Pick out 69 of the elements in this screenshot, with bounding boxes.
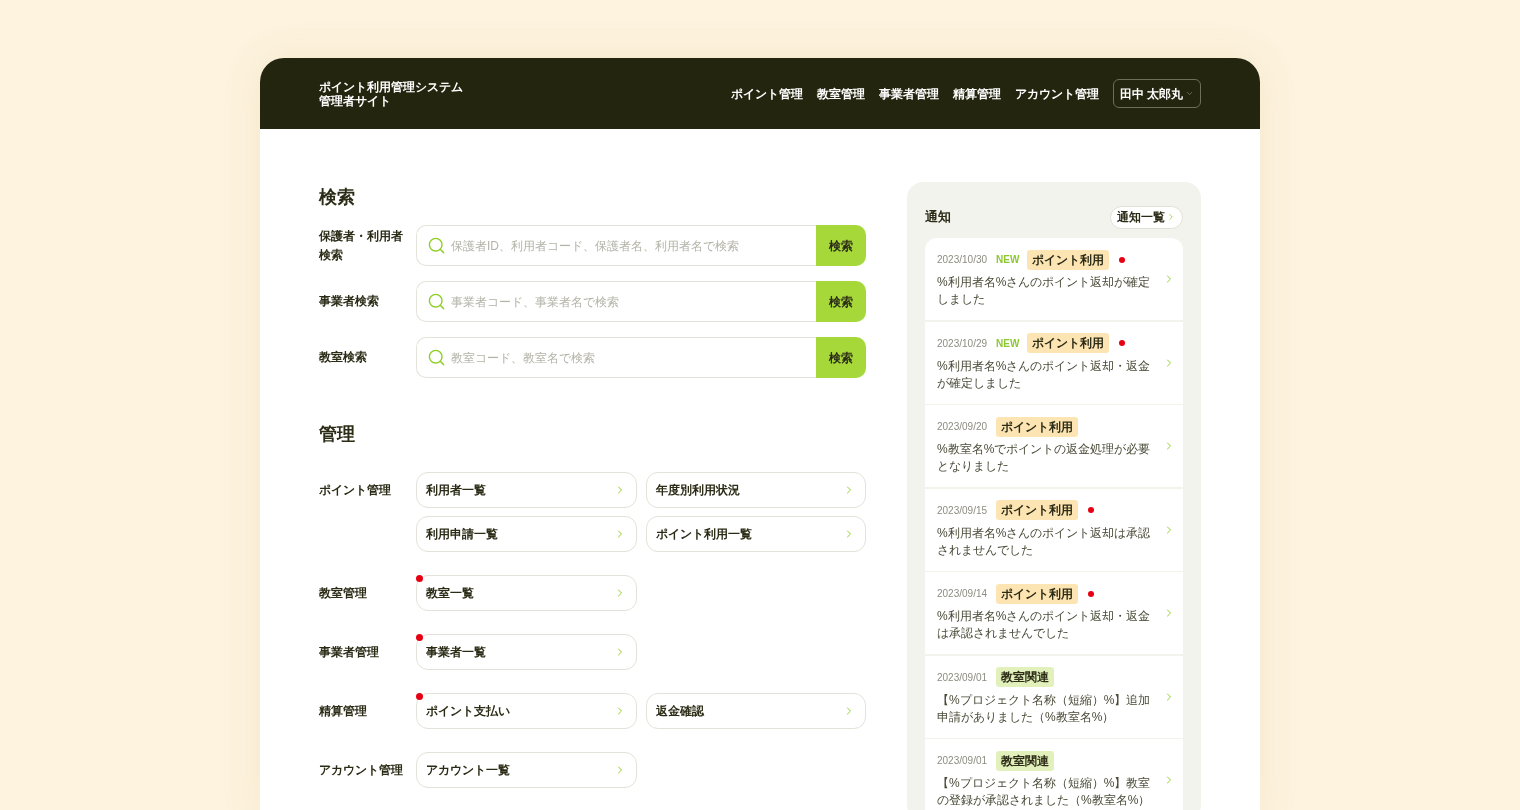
notification-message: 【%プロジェクト名称（短縮）%】追加申請がありました（%教室名%） [937,691,1152,726]
category-tag: ポイント利用 [1027,249,1110,270]
search-button[interactable]: 検索 [816,225,866,266]
section-heading: 検索 [319,186,356,209]
notification-item[interactable]: 2023/09/01 教室関連 【%プロジェクト名称（短縮）%】追加申請がありました（%教室名%） [925,655,1183,738]
notification-date: 2023/09/20 [937,420,988,434]
menu-link[interactable]: ポイント支払い [416,693,637,729]
notification-date: 2023/09/01 [937,670,988,685]
notification-item[interactable]: 2023/09/01 教室関連 【%プロジェクト名称（短縮）%】教室の登録が承認されました（%教室名%） [925,739,1183,810]
notification-item[interactable]: 2023/10/30 NEW ポイント利用 %利用者名%さんのポイント返却が確定しました [925,238,1183,320]
group-label: 精算管理 [319,703,368,720]
notification-item[interactable]: 2023/10/29 NEW ポイント利用 %利用者名%さんのポイント返却・返金が確定しました [925,321,1183,404]
chevron-right-icon [1166,212,1176,222]
notification-message: %教室名%でポイントの返金処理が必要となりました [937,441,1152,475]
menu-link[interactable]: アカウント一覧 [416,752,637,788]
category-tag: ポイント利用 [996,583,1079,604]
new-label: NEW [996,336,1020,351]
notification-item[interactable]: 2023/09/14 ポイント利用 %利用者名%さんのポイント返却・返金は承認されませんでした [925,572,1183,654]
nav-link[interactable]: ポイント管理 [730,84,803,103]
notification-date: 2023/09/01 [937,754,988,768]
notification-date: 2023/10/30 [937,253,988,267]
caret-icon [1185,89,1194,98]
field-label: 教室検索 [319,349,368,366]
notification-date: 2023/09/15 [937,503,988,518]
notification-item[interactable]: 2023/09/15 ポイント利用 %利用者名%さんのポイント返却は承認されませんでした [925,488,1183,571]
search-button[interactable]: 検索 [816,281,866,322]
field-label: 保護者・利用者検索 [319,227,404,264]
nav-link[interactable]: アカウント管理 [1014,84,1099,103]
nav-link[interactable]: 教室管理 [816,84,865,103]
notification-message: %利用者名%さんのポイント返却・返金が確定しました [937,357,1152,392]
group-label: 事業者管理 [319,644,380,661]
menu-link[interactable]: 利用申請一覧 [416,516,637,552]
category-tag: ポイント利用 [996,416,1079,437]
group-label: ポイント管理 [319,482,392,499]
nav-link[interactable]: 事業者管理 [878,84,939,103]
category-tag: 教室関連 [996,667,1055,687]
group-label: アカウント管理 [319,762,404,779]
notification-date: 2023/09/14 [937,587,988,601]
search-icon [427,292,446,311]
new-label: NEW [996,253,1020,267]
menu-link[interactable]: 返金確認 [645,693,866,729]
user-menu[interactable]: 田中 太郎丸 [1112,79,1201,108]
notification-message: 【%プロジェクト名称（短縮）%】教室の登録が承認されました（%教室名%） [937,775,1152,809]
menu-link[interactable]: 事業者一覧 [416,634,637,670]
section-heading: 管理 [319,423,356,446]
search-field[interactable]: 教室コード、教室名で検索 [416,337,816,378]
search-icon [427,236,446,255]
notification-date: 2023/10/29 [937,336,988,351]
menu-link[interactable]: ポイント利用一覧 [645,516,866,552]
view-all-button[interactable]: 通知一覧 [1110,205,1183,229]
group-label: 教室管理 [319,585,368,602]
nav-link[interactable]: 精算管理 [952,84,1001,103]
menu-link[interactable]: 利用者一覧 [416,472,637,508]
category-tag: ポイント利用 [996,500,1079,520]
notification-message: %利用者名%さんのポイント返却・返金は承認されませんでした [937,608,1152,642]
field-label: 事業者検索 [319,293,380,310]
category-tag: 教室関連 [996,750,1055,771]
menu-link[interactable]: 年度別利用状況 [645,472,866,508]
panel-heading: 通知 [925,208,951,227]
site-title: ポイント利用管理システム 管理者サイト [319,79,463,108]
search-icon [427,348,446,367]
notification-message: %利用者名%さんのポイント返却が確定しました [937,274,1152,308]
notification-message: %利用者名%さんのポイント返却は承認されませんでした [937,524,1152,559]
search-field[interactable]: 保護者ID、利用者コード、保護者名、利用者名で検索 [416,225,816,266]
search-field[interactable]: 事業者コード、事業者名で検索 [416,281,816,322]
search-button[interactable]: 検索 [816,337,866,378]
menu-link[interactable]: 教室一覧 [416,575,637,611]
notification-item[interactable]: 2023/09/20 ポイント利用 %教室名%でポイントの返金処理が必要となりました [925,405,1183,487]
category-tag: ポイント利用 [1027,333,1110,353]
